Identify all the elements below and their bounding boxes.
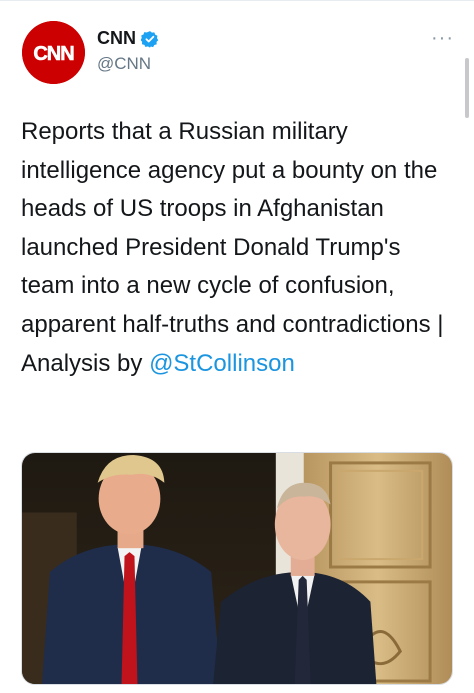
verified-badge-icon bbox=[141, 30, 159, 48]
tweet-body: Reports that a Russian military intellig… bbox=[21, 118, 444, 377]
cnn-logo-icon: CNN bbox=[22, 21, 85, 84]
scrollbar[interactable] bbox=[465, 58, 469, 118]
svg-text:CNN: CNN bbox=[33, 43, 74, 65]
tweet-photo[interactable] bbox=[21, 452, 453, 685]
more-options-icon[interactable]: ··· bbox=[431, 28, 454, 48]
account-handle[interactable]: @CNN bbox=[97, 54, 151, 74]
cnn-avatar[interactable]: CNN bbox=[22, 21, 85, 84]
top-divider bbox=[0, 0, 474, 1]
account-name[interactable]: CNN bbox=[97, 28, 136, 49]
mention-link[interactable]: @StCollinson bbox=[149, 350, 295, 377]
tweet-text: Reports that a Russian military intellig… bbox=[21, 113, 451, 383]
account-name-row[interactable]: CNN bbox=[97, 28, 159, 49]
photo-illustration bbox=[22, 453, 452, 684]
